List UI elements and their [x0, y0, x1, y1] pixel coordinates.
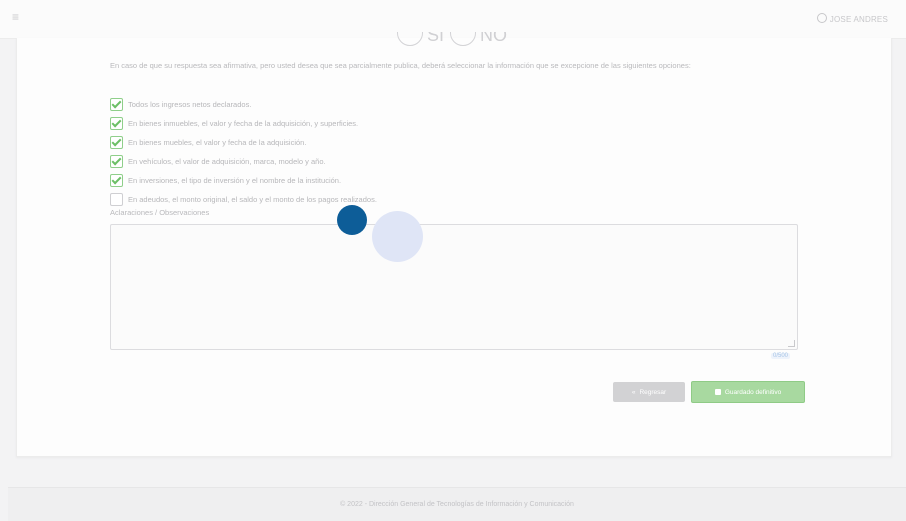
footer-text: © 2022 - Dirección General de Tecnología…	[340, 501, 574, 508]
checkbox[interactable]	[110, 174, 123, 187]
final-save-button[interactable]: Guardado definitivo	[691, 381, 805, 403]
back-button-label: Regresar	[639, 388, 667, 396]
footer: © 2022 - Dirección General de Tecnología…	[8, 487, 906, 521]
double-chevron-left-icon: «	[631, 388, 636, 396]
observations-textarea[interactable]	[110, 224, 798, 350]
option-ingresos[interactable]: Todos los ingresos netos declarados.	[110, 95, 377, 114]
checkbox[interactable]	[110, 193, 123, 206]
no-label: NO	[480, 32, 508, 45]
checkbox[interactable]	[110, 117, 123, 130]
intro-text: En caso de que su respuesta sea afirmati…	[110, 61, 691, 70]
option-inversiones[interactable]: En inversiones, el tipo de inversión y e…	[110, 171, 377, 190]
option-label: En vehículos, el valor de adquisición, m…	[128, 157, 326, 166]
option-label: En inversiones, el tipo de inversión y e…	[128, 176, 342, 185]
save-button-label: Guardado definitivo	[724, 388, 782, 396]
yes-label: SI	[427, 32, 445, 45]
option-vehiculos[interactable]: En vehículos, el valor de adquisición, m…	[110, 152, 377, 171]
exception-options-list: Todos los ingresos netos declarados. En …	[110, 95, 377, 209]
option-label: En bienes muebles, el valor y fecha de l…	[128, 138, 307, 147]
user-circle-icon	[816, 13, 827, 23]
observations-label: Aclaraciones / Observaciones	[110, 208, 210, 217]
back-button[interactable]: «Regresar	[613, 382, 685, 402]
option-label: En adeudos, el monto original, el saldo …	[128, 195, 377, 204]
user-menu[interactable]: JOSE ANDRES	[816, 13, 888, 24]
option-label: En bienes inmuebles, el valor y fecha de…	[128, 119, 359, 128]
no-radio[interactable]	[450, 32, 477, 46]
character-counter: 0/500	[771, 353, 791, 359]
checkbox[interactable]	[110, 155, 123, 168]
yes-radio[interactable]	[397, 32, 423, 46]
yes-no-radio-group: SI NO	[397, 32, 557, 48]
option-adeudos[interactable]: En adeudos, el monto original, el saldo …	[110, 190, 377, 209]
loading-spinner-dot	[337, 205, 367, 235]
floppy-disk-icon	[714, 389, 721, 395]
loading-spinner-dot	[372, 211, 423, 262]
option-label: Todos los ingresos netos declarados.	[128, 100, 252, 109]
checkbox[interactable]	[110, 98, 123, 111]
option-muebles[interactable]: En bienes muebles, el valor y fecha de l…	[110, 133, 377, 152]
option-inmuebles[interactable]: En bienes inmuebles, el valor y fecha de…	[110, 114, 377, 133]
checkbox[interactable]	[110, 136, 123, 149]
form-card: SI NO En caso de que su respuesta sea afi…	[16, 32, 892, 457]
user-name: JOSE ANDRES	[829, 15, 888, 24]
resize-handle-icon[interactable]	[788, 340, 795, 347]
hamburger-menu-icon[interactable]: ≡	[12, 10, 19, 24]
